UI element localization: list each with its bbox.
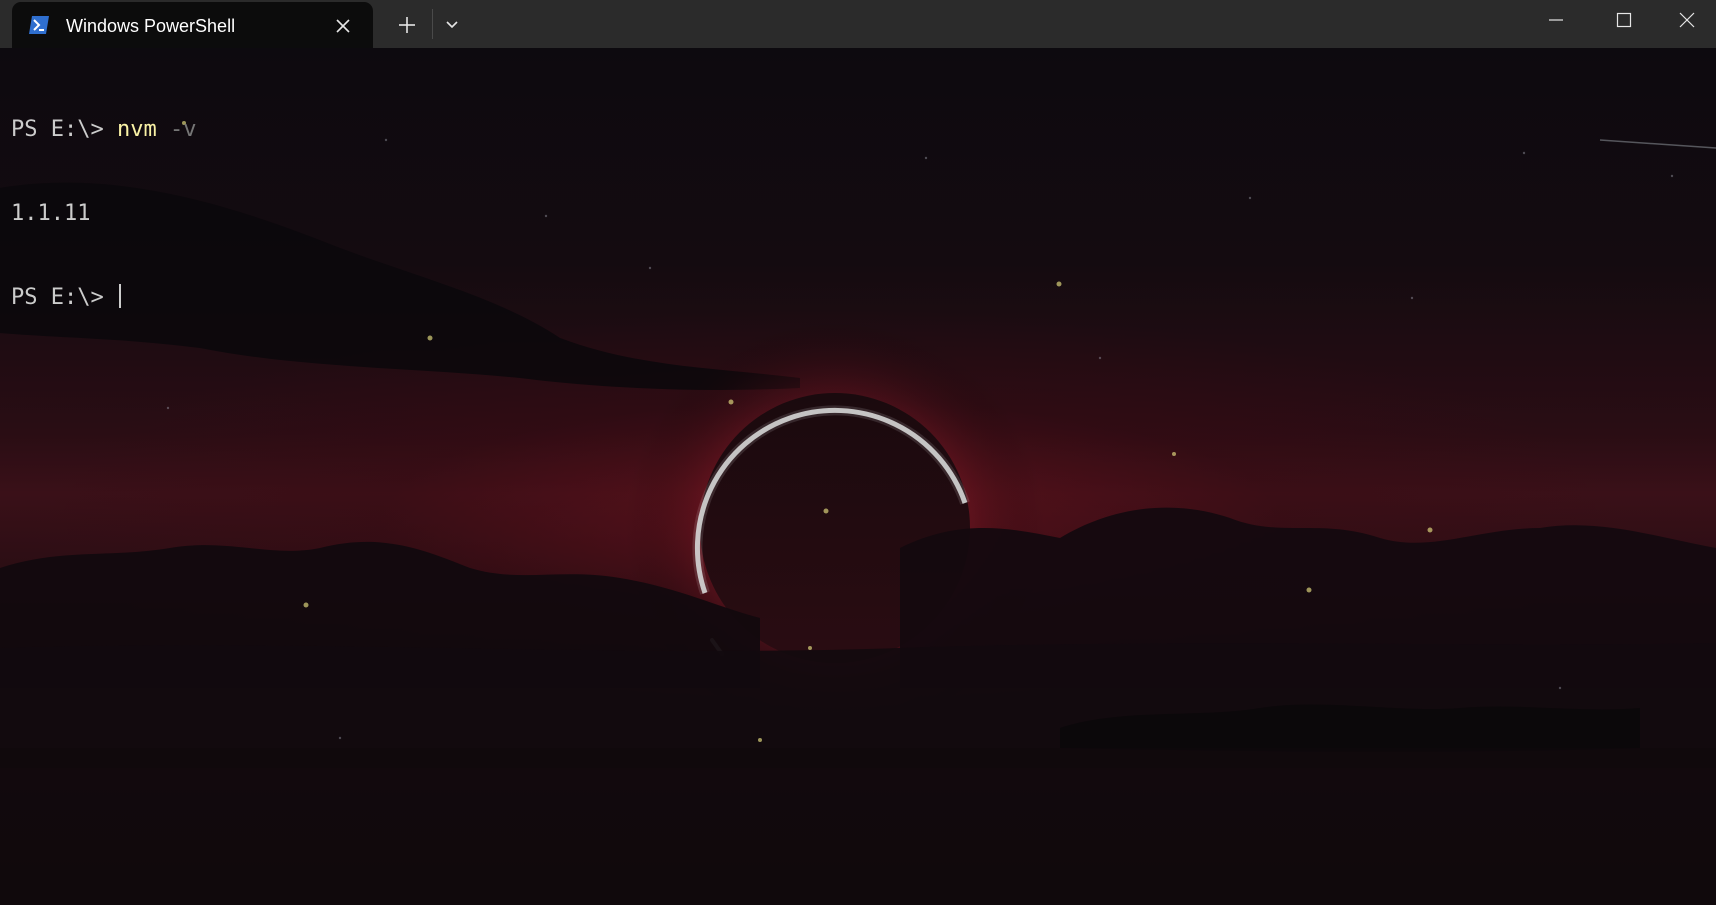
close-icon <box>1679 12 1695 28</box>
new-tab-button[interactable] <box>390 10 424 40</box>
terminal-window: Windows PowerShell PS E:\> nvm -v 1.1.11… <box>0 0 1716 905</box>
terminal-line-2: 1.1.11 <box>11 200 196 228</box>
text-cursor <box>118 284 121 308</box>
terminal-output: PS E:\> nvm -v 1.1.11 PS E:\> <box>11 60 196 368</box>
tab-close-button[interactable] <box>330 13 356 39</box>
new-tab-dropdown-button[interactable] <box>437 10 467 40</box>
command-output: 1.1.11 <box>11 201 91 226</box>
background-image <box>0 121 1716 905</box>
maximize-button[interactable] <box>1590 0 1658 40</box>
minimize-button[interactable] <box>1522 0 1590 40</box>
tab-windows-powershell[interactable]: Windows PowerShell <box>12 2 373 48</box>
powershell-icon <box>28 15 50 35</box>
title-bar[interactable]: Windows PowerShell <box>0 0 1716 48</box>
chevron-down-icon <box>446 21 458 29</box>
prompt: PS E:\> <box>11 285 117 310</box>
maximize-icon <box>1616 12 1632 28</box>
close-icon <box>336 19 350 33</box>
command-argument: -v <box>156 117 197 142</box>
command: nvm <box>116 117 157 142</box>
prompt: PS E:\> <box>11 117 117 142</box>
tab-title: Windows PowerShell <box>66 16 236 36</box>
terminal-line-3: PS E:\> <box>11 284 196 312</box>
close-window-button[interactable] <box>1658 0 1716 40</box>
plus-icon <box>399 17 415 33</box>
terminal-pane[interactable]: PS E:\> nvm -v 1.1.11 PS E:\> <box>0 48 1716 905</box>
terminal-line-1: PS E:\> nvm -v <box>11 116 196 144</box>
tab-separator <box>432 9 433 39</box>
minimize-icon <box>1549 19 1563 21</box>
